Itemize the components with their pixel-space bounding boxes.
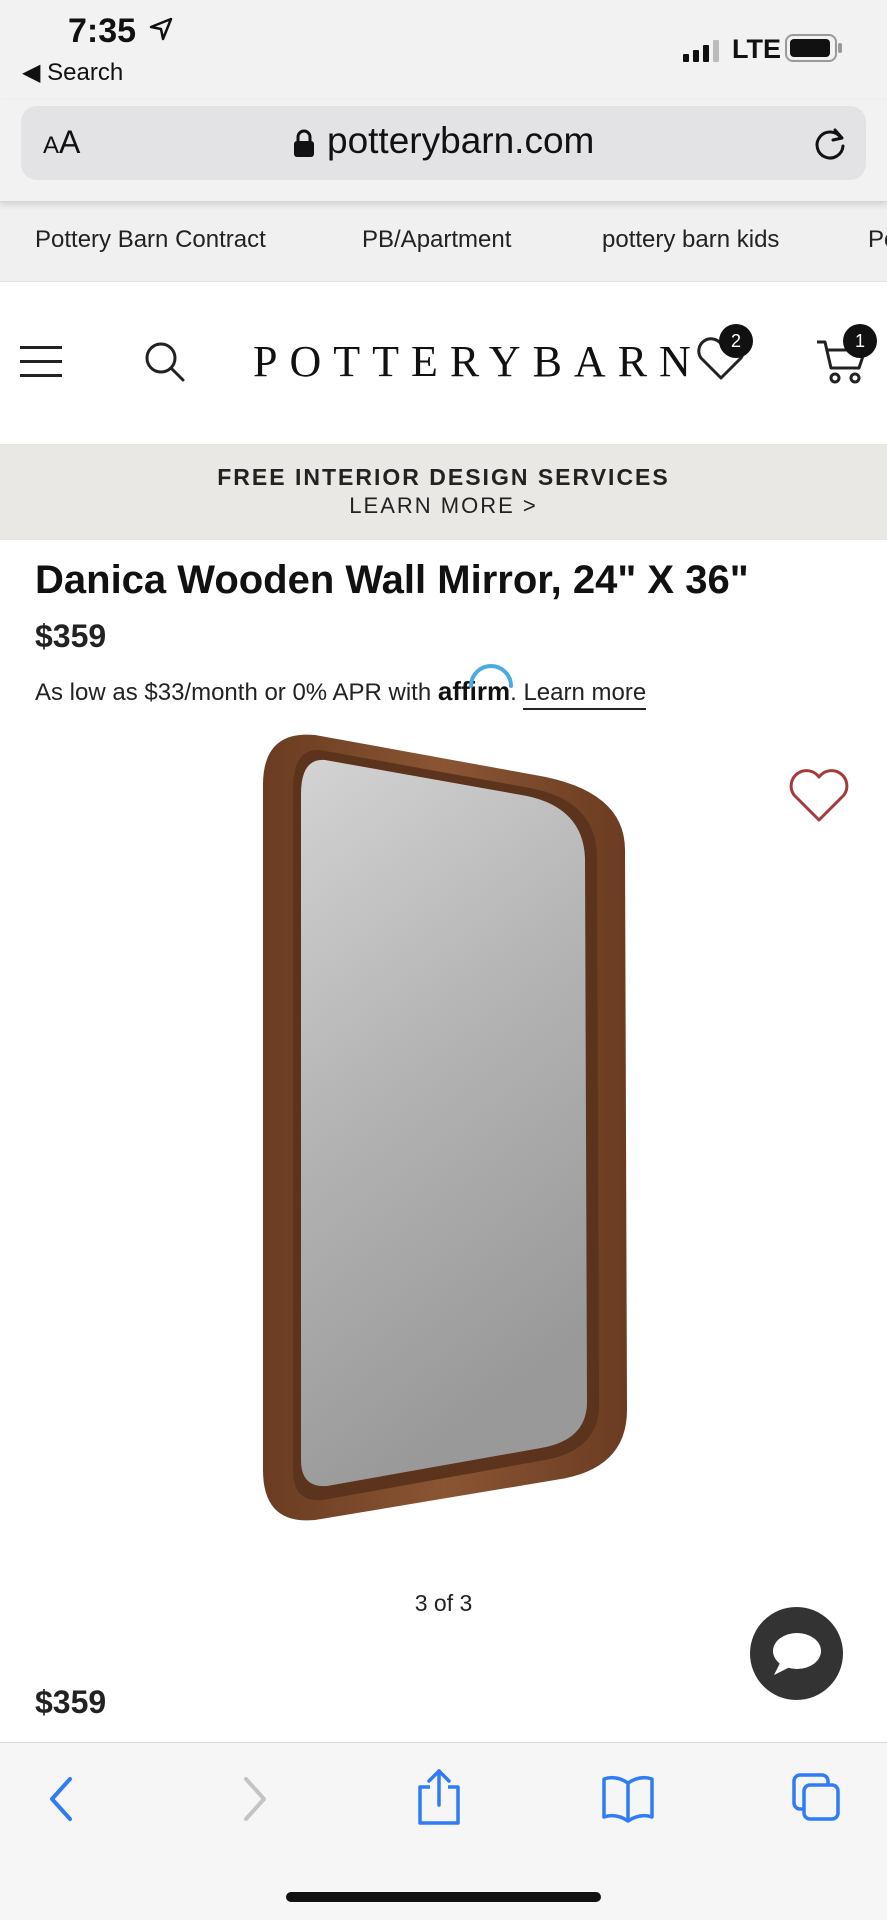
text-size-button[interactable]: AA xyxy=(43,124,80,161)
affirm-logo: affirm xyxy=(438,664,513,706)
brand-subnav: Pottery Barn Contract PB/Apartment potte… xyxy=(0,202,887,282)
pottery-barn-logo[interactable]: POTTERYBARN xyxy=(253,336,703,387)
sticky-product-price: $359 xyxy=(35,1684,107,1720)
bookmarks-icon[interactable] xyxy=(600,1773,656,1823)
back-arrow-icon[interactable] xyxy=(44,1773,80,1825)
location-arrow-icon xyxy=(149,17,173,41)
chat-button[interactable] xyxy=(750,1607,843,1700)
subnav-pottery-barn-kids[interactable]: pottery barn kids xyxy=(602,226,779,254)
search-icon[interactable] xyxy=(143,340,187,384)
chat-bubble-icon xyxy=(773,1633,821,1675)
add-to-favorites-heart-icon[interactable] xyxy=(787,766,851,824)
url-text[interactable]: potterybarn.com xyxy=(327,120,594,162)
affirm-arc-icon xyxy=(468,664,513,688)
battery-icon xyxy=(785,34,842,62)
network-type: LTE xyxy=(732,34,781,64)
subnav-pottery-barn-contract[interactable]: Pottery Barn Contract xyxy=(35,226,266,254)
status-bar: 7:35 ◀ Search LTE xyxy=(0,0,887,100)
status-time: 7:35 xyxy=(68,12,137,50)
lock-icon xyxy=(294,129,314,157)
share-icon[interactable] xyxy=(414,1767,464,1827)
subnav-more[interactable]: Po xyxy=(868,226,887,254)
subnav-pb-apartment[interactable]: PB/Apartment xyxy=(362,226,511,254)
financing-learn-more-link[interactable]: Learn more xyxy=(523,679,647,710)
financing-text: As low as $33/month or 0% APR with xyxy=(35,679,432,706)
product-title: Danica Wooden Wall Mirror, 24" X 36" xyxy=(35,558,749,602)
site-header: POTTERYBARN 2 1 xyxy=(0,282,887,444)
cart-button[interactable]: 1 xyxy=(815,324,877,391)
url-field[interactable]: AA potterybarn.com xyxy=(21,106,866,180)
cell-signal-icon xyxy=(683,38,719,62)
tabs-icon[interactable] xyxy=(790,1771,842,1823)
home-indicator xyxy=(286,1892,601,1902)
back-to-search-link[interactable]: ◀ Search xyxy=(22,58,123,87)
design-services-banner[interactable]: FREE INTERIOR DESIGN SERVICES LEARN MORE… xyxy=(0,444,887,540)
favorites-count-badge: 2 xyxy=(719,324,753,358)
browser-address-bar: AA potterybarn.com xyxy=(0,100,887,202)
product-image-mirror[interactable] xyxy=(255,730,635,1530)
forward-arrow-icon[interactable] xyxy=(236,1773,272,1825)
financing-offer: As low as $33/month or 0% APR with affir… xyxy=(35,664,647,710)
product-price: $359 xyxy=(35,618,107,654)
favorites-button[interactable]: 2 xyxy=(695,324,753,387)
reload-icon[interactable] xyxy=(811,124,849,162)
promo-title: FREE INTERIOR DESIGN SERVICES xyxy=(217,464,670,490)
promo-learn-more-link[interactable]: LEARN MORE > xyxy=(0,493,887,519)
cart-count-badge: 1 xyxy=(843,324,877,358)
menu-icon[interactable] xyxy=(20,344,62,380)
